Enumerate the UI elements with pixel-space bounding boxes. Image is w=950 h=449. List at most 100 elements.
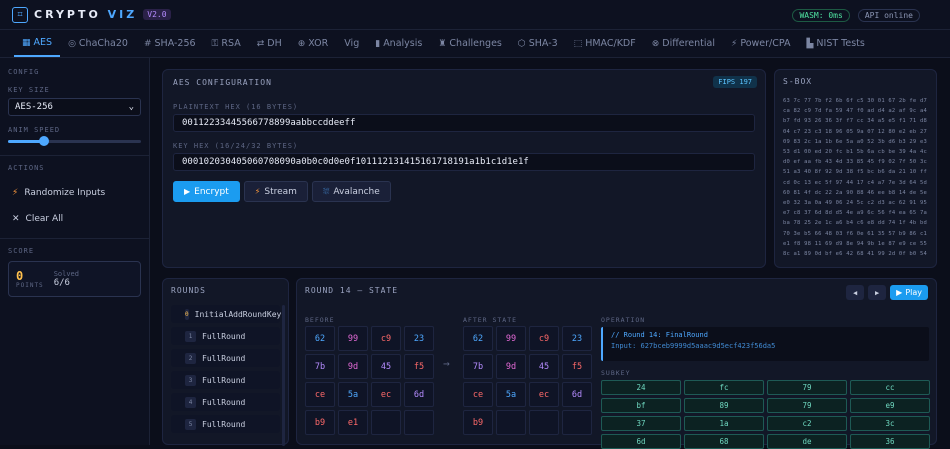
wasm-status: WASM: 0ms (792, 9, 850, 22)
state-cell[interactable]: 45 (371, 354, 401, 379)
solved-label: Solved (53, 270, 79, 278)
tab-label: DH (267, 38, 282, 49)
anim-speed-slider[interactable] (8, 136, 141, 146)
play-button[interactable]: ▶ Play (890, 285, 928, 300)
state-cell[interactable]: 62 (463, 326, 493, 351)
key-input[interactable]: 000102030405060708090a0b0c0d0e0f10111213… (173, 153, 755, 171)
tab-rsa[interactable]: ⚿ RSA (204, 30, 249, 57)
round-item[interactable]: 1 FullRound (171, 327, 280, 345)
prev-round-button[interactable]: ◀ (846, 285, 865, 300)
tab-sha-3[interactable]: ⬡ SHA-3 (510, 30, 566, 57)
state-cell[interactable]: 9d (338, 354, 368, 379)
tab-analysis[interactable]: ▮ Analysis (367, 30, 430, 57)
state-cell[interactable]: b9 (463, 410, 493, 435)
next-round-button[interactable]: ▶ (868, 285, 887, 300)
sbox-row: 09 83 2c 1a 1b 6e 5a a0 52 3b d6 b3 29 e… (783, 138, 927, 145)
arrow-right-icon: → (443, 357, 450, 370)
state-cell[interactable]: 45 (529, 354, 559, 379)
tab-label: SHA-256 (154, 38, 196, 49)
scrollbar[interactable] (282, 305, 285, 446)
logo[interactable]: ⌗ CRYPTO VIZ V2.0 (12, 6, 171, 23)
tab-label: XOR (308, 38, 329, 49)
tab-power-cpa[interactable]: ⚡ Power/CPA (723, 30, 799, 57)
key-size-select[interactable]: AES-256 ⌄ (8, 98, 141, 116)
before-label: BEFORE (305, 316, 335, 324)
state-cell[interactable]: 23 (404, 326, 434, 351)
state-cell[interactable] (404, 410, 434, 435)
tab-xor[interactable]: ⊕ XOR (290, 30, 337, 57)
app-name: CRYPTO VIZ (34, 8, 138, 21)
sbox-row: d0 ef aa fb 43 4d 33 85 45 f9 02 7f 50 3… (783, 159, 927, 166)
state-cell[interactable]: c9 (371, 326, 401, 351)
state-cell[interactable]: ce (463, 382, 493, 407)
state-cell[interactable]: 62 (305, 326, 335, 351)
round-number: 4 (185, 396, 196, 408)
tab-challenges[interactable]: ♜ Challenges (430, 30, 510, 57)
tab-vig[interactable]: Vig (336, 30, 367, 57)
tab-dh[interactable]: ⇄ DH (249, 30, 290, 57)
sbox-grid: 63 7c 77 7b f2 6b 6f c5 30 01 67 2b fe d… (783, 96, 928, 259)
before-state-grid: 62 99 c9 23 7b 9d 45 f5 ce 5a ec 6d b9 e1 (305, 326, 434, 435)
subkey-cell: 6d (601, 434, 681, 449)
state-cell[interactable]: ce (305, 382, 335, 407)
state-cell[interactable]: 5a (496, 382, 526, 407)
operation-line-2: Input: 627bceb9999d5aaac9d5ecf423f56da5 (611, 342, 776, 350)
plaintext-input[interactable]: 00112233445566778899aabbccddeeff (173, 114, 755, 132)
tab-sha-256[interactable]: # SHA-256 (136, 30, 204, 57)
round-item[interactable]: 4 FullRound (171, 393, 280, 411)
play-icon: ▶ (184, 187, 191, 196)
tab-differential[interactable]: ⊗ Differential (644, 30, 723, 57)
plaintext-label: PLAINTEXT HEX (16 BYTES) (173, 103, 299, 111)
round-item[interactable]: 0 InitialAddRoundKey (171, 305, 281, 323)
state-cell[interactable] (529, 410, 559, 435)
fips-badge: FIPS 197 (713, 76, 757, 88)
state-cell[interactable]: 6d (562, 382, 592, 407)
state-cell[interactable]: 7b (463, 354, 493, 379)
state-cell[interactable] (371, 410, 401, 435)
state-cell[interactable]: 9d (496, 354, 526, 379)
encrypt-button[interactable]: ▶ Encrypt (173, 181, 240, 202)
round-label: FullRound (202, 331, 246, 341)
stream-button[interactable]: ⚡ Stream (243, 181, 308, 202)
state-cell[interactable]: 23 (562, 326, 592, 351)
clear-all-button[interactable]: ✕ Clear All (8, 208, 141, 230)
round-item[interactable]: 5 FullRound (171, 415, 280, 433)
slider-handle[interactable] (38, 136, 49, 146)
after-label: AFTER STATE (463, 316, 518, 324)
sbox-title: S-BOX (783, 77, 813, 86)
round-item[interactable]: 3 FullRound (171, 371, 280, 389)
sidebar: CONFIG KEY SIZE AES-256 ⌄ ANIM SPEED ACT… (0, 58, 150, 445)
play-icon: ▶ (896, 288, 903, 297)
randomize-inputs-button[interactable]: ⚡ Randomize Inputs (8, 182, 141, 204)
tab-chacha20[interactable]: ◎ ChaCha20 (60, 30, 136, 57)
state-cell[interactable]: 7b (305, 354, 335, 379)
operation-label: OPERATION (601, 316, 646, 324)
state-cell[interactable] (562, 410, 592, 435)
solved-block: Solved 6/6 (54, 270, 79, 288)
stream-label: Stream (264, 186, 297, 197)
subkey-cell: bf (601, 398, 681, 413)
avalanche-button[interactable]: ⛆ Avalanche (311, 181, 391, 202)
state-cell[interactable]: ec (371, 382, 401, 407)
state-cell[interactable]: 99 (496, 326, 526, 351)
round-item[interactable]: 2 FullRound (171, 349, 280, 367)
tab-aes[interactable]: ▦ AES (14, 30, 61, 57)
score-heading: SCORE (8, 247, 35, 255)
rounds-panel: ROUNDS 0 InitialAddRoundKey 1 FullRound 2 Ful… (162, 278, 289, 446)
score-value: 0 (16, 268, 24, 283)
state-cell[interactable]: e1 (338, 410, 368, 435)
state-cell[interactable]: 5a (338, 382, 368, 407)
state-cell[interactable]: ec (529, 382, 559, 407)
state-cell[interactable]: 6d (404, 382, 434, 407)
state-cell[interactable]: f5 (562, 354, 592, 379)
tab-nist-tests[interactable]: ▙ NIST Tests (799, 30, 873, 57)
sbox-row: b7 fd 93 26 36 3f f7 cc 34 a5 e5 f1 71 d… (783, 118, 927, 125)
state-cell[interactable] (496, 410, 526, 435)
state-cell[interactable]: f5 (404, 354, 434, 379)
tab-hmac-kdf[interactable]: ⬚ HMAC/KDF (566, 30, 644, 57)
tab-icon: ◎ (68, 38, 76, 49)
state-cell[interactable]: b9 (305, 410, 335, 435)
state-cell[interactable]: c9 (529, 326, 559, 351)
subkey-cell: 24 (601, 380, 681, 395)
state-cell[interactable]: 99 (338, 326, 368, 351)
